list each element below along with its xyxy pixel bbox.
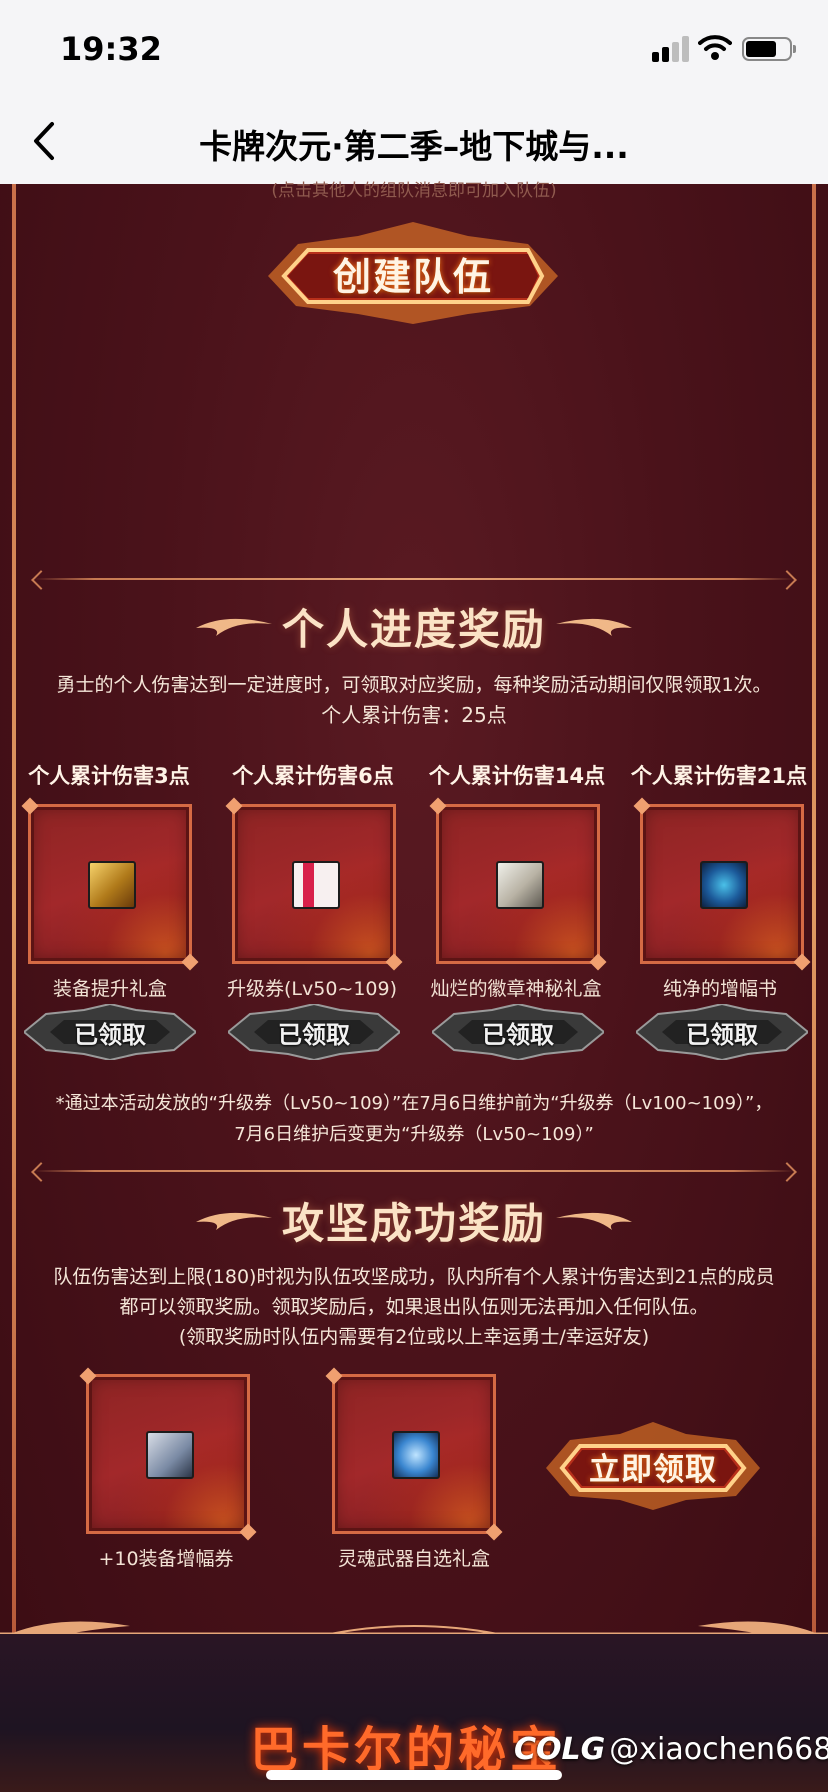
golden-chest-icon: [88, 861, 136, 909]
claimed-button[interactable]: 已领取: [636, 1004, 808, 1060]
reward-tile: [28, 804, 192, 964]
reward-item-name: 纯净的增幅书: [662, 978, 777, 1000]
section-divider: [34, 1170, 794, 1172]
section-divider: [34, 578, 794, 580]
right-wing-ornament: [556, 1212, 632, 1230]
claimed-label: 已领取: [482, 1019, 554, 1049]
personal-progress-desc: 勇士的个人伤害达到一定进度时，可领取对应奖励，每种奖励活动期间仅限领取1次。: [56, 674, 772, 696]
cellular-signal-icon: [652, 36, 690, 62]
reward-tile: [436, 804, 600, 964]
status-bar: 19:32: [0, 0, 828, 100]
claimed-button[interactable]: 已领取: [24, 1004, 196, 1060]
emblem-box-icon: [496, 861, 544, 909]
battery-icon: [742, 37, 796, 61]
upgrade-ticket-note: *通过本活动发放的“升级券（Lv50~109）”在7月6日维护前为“升级券（Lv…: [55, 1093, 773, 1114]
reward-item-name: 灵魂武器自选礼盒: [337, 1548, 490, 1570]
milestone-label: 个人累计伤害14点: [428, 764, 606, 788]
claim-now-button[interactable]: 立即领取: [540, 1420, 766, 1512]
siege-desc-line3: (领取奖励时队伍内需要有2位或以上幸运勇士/幸运好友): [178, 1326, 650, 1348]
milestone-label: 个人累计伤害21点: [630, 764, 808, 788]
milestone-label: 个人累计伤害3点: [28, 764, 190, 788]
claimed-button[interactable]: 已领取: [432, 1004, 604, 1060]
create-team-button[interactable]: 创建队伍: [248, 218, 578, 328]
colg-logo: COLG: [514, 1732, 606, 1767]
nav-bar: 卡牌次元·第二季–地下城与...: [0, 100, 828, 184]
milestone-label: 个人累计伤害6点: [232, 764, 394, 788]
reward-tile: [640, 804, 804, 964]
claim-now-label: 立即领取: [589, 1451, 717, 1488]
reward-item-name: 升级券(Lv50~109): [226, 978, 398, 1000]
event-page: (点击其他人的组队消息即可加入队伍) 创建队伍 个人进度奖励 勇士的个人伤害达到…: [0, 181, 828, 1792]
back-chevron-icon[interactable]: [28, 118, 64, 164]
claimed-label: 已领取: [278, 1019, 350, 1049]
personal-progress-title: 个人进度奖励: [281, 605, 546, 654]
claimed-label: 已领取: [74, 1019, 146, 1049]
frame-border-left: [12, 184, 16, 1634]
watermark: COLG @xiaochen668: [514, 1732, 828, 1767]
claimed-button[interactable]: 已领取: [228, 1004, 400, 1060]
claimed-label: 已领取: [686, 1019, 758, 1049]
home-indicator: [266, 1770, 562, 1780]
page-title: 卡牌次元·第二季–地下城与...: [199, 127, 629, 166]
reward-item-name: +10装备增幅券: [98, 1548, 234, 1570]
create-team-label: 创建队伍: [332, 253, 493, 299]
status-time: 19:32: [60, 30, 162, 68]
team-join-hint: (点击其他人的组队消息即可加入队伍): [271, 181, 557, 201]
siege-success-title: 攻坚成功奖励: [281, 1199, 546, 1248]
personal-damage-total: 个人累计伤害：25点: [321, 703, 507, 727]
upgrade-ticket-note-2: 7月6日维护后变更为“升级券（Lv50~109）”: [234, 1124, 594, 1145]
reward-tile: [86, 1374, 250, 1534]
reward-tile: [232, 804, 396, 964]
reward-tile: [332, 1374, 496, 1534]
amplify-ticket-icon: [146, 1431, 194, 1479]
siege-desc-line2: 都可以领取奖励。领取奖励后，如果退出队伍则无法再加入任何队伍。: [119, 1296, 709, 1318]
amplify-book-icon: [700, 861, 748, 909]
soul-weapon-box-icon: [392, 1431, 440, 1479]
wifi-icon: [698, 35, 732, 60]
siege-desc-line1: 队伍伤害达到上限(180)时视为队伍攻坚成功，队内所有个人累计伤害达到21点的成…: [53, 1266, 775, 1288]
reward-item-name: 灿烂的徽章神秘礼盒: [430, 978, 602, 1000]
level-up-ticket-icon: [292, 861, 340, 909]
frame-border-right: [812, 184, 816, 1634]
reward-item-name: 装备提升礼盒: [52, 978, 167, 1000]
watermark-user: @xiaochen668: [609, 1732, 828, 1767]
right-wing-ornament: [556, 618, 632, 636]
